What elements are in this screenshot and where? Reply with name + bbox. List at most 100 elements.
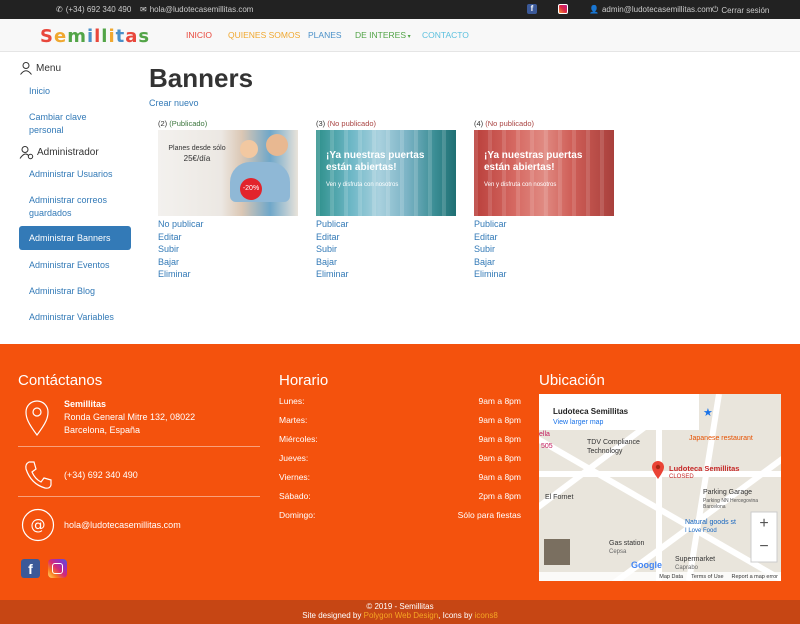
nav-inicio[interactable]: INICIO [186, 30, 212, 40]
sidebar-item-eventos[interactable]: Administrar Eventos [19, 259, 132, 272]
banner-image[interactable]: ¡Ya nuestras puertas están abiertas! Ven… [474, 130, 614, 216]
facebook-link[interactable]: f [527, 4, 537, 14]
sidebar-admin-title: Administrador [37, 147, 99, 158]
nav-contacto[interactable]: CONTACTO [422, 30, 469, 40]
delete-link[interactable]: Eliminar [474, 268, 614, 281]
power-icon: ⏻ [712, 5, 719, 14]
sidebar-item-blog[interactable]: Administrar Blog [19, 285, 132, 298]
phone-icon: ✆ [56, 5, 63, 14]
banner-image-texture [474, 130, 614, 216]
move-up-link[interactable]: Subir [158, 243, 298, 256]
move-up-link[interactable]: Subir [316, 243, 456, 256]
banner-actions: Publicar Editar Subir Bajar Eliminar [316, 218, 456, 281]
page-title: Banners [149, 63, 254, 93]
banner-image-headline2: están abiertas! [326, 162, 397, 173]
site-logo[interactable]: S e m i l l i t a s [40, 24, 150, 48]
banner-status: (Publicado) [169, 119, 208, 128]
map-poi: Parking NN Hercegovina Barcelona [703, 498, 759, 510]
sidebar-item-banners[interactable]: Administrar Banners [19, 226, 131, 250]
hours-row: Sábado: 2pm a 8pm [279, 491, 521, 501]
logo-letter: i [86, 25, 95, 47]
caret-down-icon: ▾ [406, 34, 411, 40]
view-larger-map-link[interactable]: View larger map [553, 419, 603, 426]
banner-actions: No publicar Editar Subir Bajar Eliminar [158, 218, 298, 281]
publish-link[interactable]: Publicar [474, 218, 614, 231]
location-pin-icon [25, 400, 49, 436]
credits-prefix: Site designed by [302, 611, 362, 620]
designer-link[interactable]: Polygon Web Design [364, 611, 439, 620]
banner-image-headline: ¡Ya nuestras puertas [484, 150, 583, 161]
copyright-text: © 2019 - Semillitas [366, 602, 434, 611]
hours-time: 9am a 8pm [478, 415, 521, 425]
map-report-link[interactable]: Report a map error [732, 574, 778, 580]
sidebar-item-cambiar-clave[interactable]: Cambiar clave personal [19, 111, 132, 136]
map-embed[interactable]: Ludoteca Semillitas View larger map ★ el… [539, 394, 781, 581]
move-down-link[interactable]: Bajar [474, 256, 614, 269]
hours-row: Martes: 9am a 8pm [279, 415, 521, 425]
move-down-link[interactable]: Bajar [316, 256, 456, 269]
map-poi: El Fornet [545, 494, 574, 501]
admin-account-link[interactable]: 👤 admin@ludotecasemillitas.com [589, 5, 712, 14]
map-poi: Supermarket [675, 556, 716, 563]
map-poi: TDV Compliance Technology [587, 439, 640, 455]
instagram-icon [558, 4, 568, 14]
banner-image-sub: Ven y disfruta con nosotros [326, 182, 399, 188]
hours-row: Jueves: 9am a 8pm [279, 453, 521, 463]
hours-day: Lunes: [279, 396, 305, 406]
star-icon[interactable]: ★ [703, 406, 713, 419]
delete-link[interactable]: Eliminar [158, 268, 298, 281]
banner-image[interactable]: ¡Ya nuestras puertas están abiertas! Ven… [316, 130, 456, 216]
footer-phone: (+34) 692 340 490 [64, 470, 138, 480]
hours-time: Sólo para fiestas [457, 510, 521, 520]
map-terms-link[interactable]: Terms of Use [691, 574, 723, 580]
map-marker-icon[interactable] [651, 460, 665, 480]
nav-de-interes[interactable]: DE INTERES ▾ [355, 30, 411, 40]
move-down-link[interactable]: Bajar [158, 256, 298, 269]
banner-card: (2) (Publicado) Planes desde sólo 25€/dí… [158, 119, 298, 281]
topbar-phone-text: (+34) 692 340 490 [65, 5, 132, 14]
banner-image-sub: Ven y disfruta con nosotros [484, 182, 557, 188]
move-up-link[interactable]: Subir [474, 243, 614, 256]
banner-label: (2) (Publicado) [158, 119, 298, 128]
map-label: 505 [541, 443, 553, 450]
nav-quienes-somos[interactable]: QUIENES SOMOS [228, 30, 300, 40]
banner-card: (3) (No publicado) ¡Ya nuestras puertas … [316, 119, 456, 281]
delete-link[interactable]: Eliminar [316, 268, 456, 281]
logout-link[interactable]: ⏻ Cerrar sesión [712, 5, 769, 15]
facebook-icon[interactable]: f [21, 559, 40, 578]
banner-id: (2) [158, 119, 168, 128]
zoom-out-button[interactable]: − [753, 538, 775, 556]
hours-time: 9am a 8pm [478, 434, 521, 444]
address-line1: Ronda General Mitre 132, 08022 [64, 412, 196, 422]
edit-link[interactable]: Editar [474, 231, 614, 244]
hours-time: 2pm a 8pm [478, 491, 521, 501]
zoom-in-button[interactable]: + [753, 515, 775, 533]
banner-image[interactable]: Planes desde sólo 25€/día -20% [158, 130, 298, 216]
logo-letter: l [94, 25, 102, 47]
sidebar-menu-title: Menu [36, 62, 62, 74]
map-marker-status: CLOSED [669, 474, 694, 480]
instagram-icon[interactable] [48, 559, 67, 578]
unpublish-link[interactable]: No publicar [158, 218, 298, 231]
logo-letter: m [67, 25, 87, 47]
sidebar-item-usuarios[interactable]: Administrar Usuarios [19, 168, 132, 181]
banner-image-headline: ¡Ya nuestras puertas [326, 150, 425, 161]
topbar-email[interactable]: ✉ hola@ludotecasemillitas.com [140, 5, 253, 14]
sidebar-item-correos[interactable]: Administrar correos guardados [19, 194, 132, 219]
create-new-link[interactable]: Crear nuevo [149, 98, 199, 108]
sidebar-item-variables[interactable]: Administrar Variables [19, 311, 132, 324]
edit-link[interactable]: Editar [158, 231, 298, 244]
edit-link[interactable]: Editar [316, 231, 456, 244]
google-logo: Google [631, 560, 662, 570]
instagram-link[interactable] [558, 4, 568, 14]
instagram-glyph [52, 563, 63, 574]
footer-email[interactable]: hola@ludotecasemillitas.com [64, 519, 181, 532]
user-icon: 👤 [589, 5, 599, 14]
nav-de-interes-label: DE INTERES [355, 30, 407, 40]
sidebar-item-inicio[interactable]: Inicio [19, 85, 132, 98]
nav-planes[interactable]: PLANES [308, 30, 342, 40]
icons8-link[interactable]: icons8 [475, 611, 498, 620]
site-footer: Contáctanos Semillitas Ronda General Mit… [0, 344, 800, 600]
publish-link[interactable]: Publicar [316, 218, 456, 231]
map-poi: I Love Food [685, 528, 717, 534]
